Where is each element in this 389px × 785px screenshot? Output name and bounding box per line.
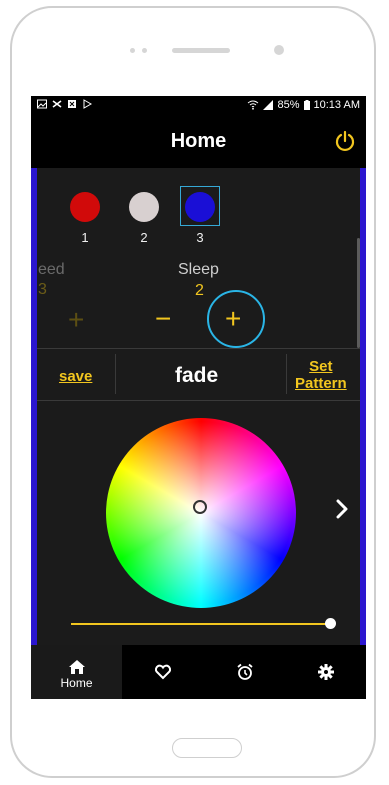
earpiece-speaker [172, 48, 230, 53]
tab-favorites[interactable] [122, 645, 204, 699]
app-screen: 85% 10:13 AM Home 1 2 3 eed 3 Sleep 2 + … [31, 96, 366, 699]
clock: 10:13 AM [313, 99, 360, 111]
alarm-clock-icon [237, 663, 253, 680]
divider [37, 348, 360, 349]
divider [286, 354, 287, 394]
setting-value-previous: 3 [38, 281, 47, 298]
set-pattern-button[interactable]: Set Pattern [295, 358, 347, 392]
sensor-dot [130, 48, 135, 53]
status-bar: 85% 10:13 AM [31, 96, 366, 116]
cell-signal-icon [263, 100, 274, 110]
tab-settings[interactable] [286, 645, 366, 699]
hardware-home-button[interactable] [172, 738, 242, 758]
color-picker-handle[interactable] [193, 500, 207, 514]
image-notification-icon [37, 99, 47, 109]
color-swatch-3[interactable] [185, 192, 215, 222]
previous-plus-button[interactable]: + [68, 306, 84, 334]
divider [37, 400, 360, 401]
brightness-slider-track[interactable] [71, 623, 331, 625]
power-icon[interactable] [334, 130, 356, 152]
tab-label: Home [60, 676, 93, 690]
setting-name-current[interactable]: Sleep [178, 261, 219, 279]
heart-icon [154, 664, 172, 680]
sensor-dot [142, 48, 147, 53]
swatch-label: 3 [196, 230, 204, 245]
increase-button[interactable]: + [225, 305, 241, 333]
set-pattern-line2: Pattern [295, 375, 347, 392]
battery-percentage: 85% [277, 99, 300, 111]
bottom-tab-bar: Home [31, 645, 366, 699]
page-title: Home [170, 130, 227, 152]
setting-value-current: 2 [195, 282, 204, 299]
gear-icon [318, 664, 334, 680]
wifi-icon [248, 100, 259, 110]
decrease-button[interactable]: − [155, 305, 171, 333]
app-header: Home [31, 116, 366, 168]
chevron-right-icon[interactable] [335, 498, 349, 520]
main-content: 1 2 3 eed 3 Sleep 2 + − + save fade Set … [31, 168, 366, 645]
save-button[interactable]: save [59, 368, 92, 385]
color-swatch-1[interactable] [70, 192, 100, 222]
home-icon [68, 660, 85, 674]
pattern-mode-label: fade [175, 364, 219, 387]
shuffle-notification-icon [52, 100, 62, 108]
tab-alarms[interactable] [204, 645, 286, 699]
front-camera [274, 45, 284, 55]
left-edge-bar [31, 168, 37, 645]
swatch-label: 2 [140, 230, 148, 245]
swatch-label: 1 [81, 230, 89, 245]
setting-name-previous[interactable]: eed [38, 261, 65, 279]
right-edge-bar [360, 168, 366, 645]
box-notification-icon [68, 100, 76, 108]
color-swatch-2[interactable] [129, 192, 159, 222]
play-notification-icon [83, 99, 92, 109]
scrollbar[interactable] [357, 238, 360, 348]
set-pattern-line1: Set [309, 358, 333, 375]
tab-home[interactable]: Home [31, 645, 122, 699]
divider [115, 354, 116, 394]
battery-icon [303, 100, 310, 110]
brightness-slider-thumb[interactable] [325, 618, 336, 629]
